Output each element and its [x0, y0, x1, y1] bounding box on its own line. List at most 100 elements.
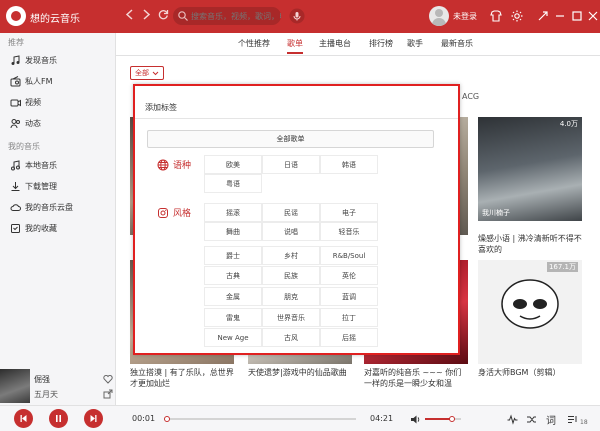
meme-face-image — [484, 279, 576, 356]
minimize-icon[interactable] — [553, 9, 567, 23]
lyrics-button[interactable]: 词 — [546, 412, 556, 427]
tag-option[interactable]: 爵士 — [204, 246, 262, 265]
now-playing[interactable]: 倔强 五月天 — [0, 365, 116, 405]
sidebar-item-label: 视频 — [25, 98, 41, 107]
skin-icon[interactable] — [489, 9, 503, 23]
content-tabs: 个性推荐 歌单 主播电台 排行榜 歌手 最新音乐 — [116, 33, 600, 55]
playlist-title[interactable]: 独立搭漠 | 有了乐队，总世界才更加灿烂 — [130, 367, 234, 389]
filter-label: 全部 — [135, 69, 149, 77]
sidebar-section-recommend: 推荐 — [8, 38, 24, 47]
sidebar-item-cloud[interactable]: 我的音乐云盘 — [10, 202, 73, 213]
tag-option[interactable]: 电子 — [320, 203, 378, 222]
tag-option[interactable]: 古典 — [204, 266, 262, 285]
tag-option[interactable]: 世界音乐 — [262, 308, 320, 327]
forward-button[interactable] — [142, 9, 151, 23]
tag-option[interactable]: 雷鬼 — [204, 308, 262, 327]
tab-playlists[interactable]: 歌单 — [287, 38, 303, 49]
tag-option[interactable]: 说唱 — [262, 222, 320, 241]
tag-option[interactable]: R&B/Soul — [320, 246, 378, 265]
playlist-title[interactable]: 天使遗梦|游戏中的仙品歌曲 — [248, 367, 352, 378]
sidebar-item-discover[interactable]: 发现音乐 — [10, 55, 57, 66]
playlist-title[interactable]: 身活大师BGM（剪辑） — [478, 367, 582, 378]
tab-charts[interactable]: 排行榜 — [369, 38, 393, 49]
tag-option[interactable]: New Age — [204, 328, 262, 347]
share-icon[interactable] — [103, 389, 113, 399]
sidebar: 推荐 发现音乐 私人FM 视频 动态 我的音乐 本地音乐 下载管理 我的音乐云盘… — [0, 33, 116, 365]
tag-option[interactable]: 后摇 — [320, 328, 378, 347]
sidebar-item-label: 下载管理 — [25, 182, 57, 191]
sidebar-item-label: 我的音乐云盘 — [25, 203, 73, 212]
tag-option[interactable]: 舞曲 — [204, 222, 262, 241]
tag-option[interactable]: 民族 — [262, 266, 320, 285]
volume-slider[interactable] — [425, 416, 461, 422]
tag-option[interactable]: 金属 — [204, 287, 262, 306]
search-input[interactable] — [191, 11, 281, 21]
current-time: 00:01 — [132, 414, 156, 423]
tab-new-music[interactable]: 最新音乐 — [441, 38, 473, 49]
sidebar-item-fm[interactable]: 私人FM — [10, 76, 53, 87]
tag-option[interactable]: 韩语 — [320, 155, 378, 174]
avatar[interactable] — [429, 6, 449, 26]
gear-icon[interactable] — [510, 9, 524, 23]
progress-handle[interactable] — [163, 416, 170, 422]
tab-personal[interactable]: 个性推荐 — [238, 38, 270, 49]
total-time: 04:21 — [370, 414, 394, 423]
pause-icon — [56, 415, 61, 422]
active-tab-indicator — [287, 52, 303, 54]
playlist-icon[interactable] — [567, 414, 578, 425]
back-button[interactable] — [125, 9, 134, 23]
tag-option[interactable]: 欧美 — [204, 155, 262, 174]
mini-mode-icon[interactable] — [536, 9, 550, 23]
tag-option[interactable]: 日语 — [262, 155, 320, 174]
playlist-cover[interactable]: 4.0万 我川楠子 — [478, 117, 582, 221]
app-logo[interactable] — [6, 6, 26, 26]
volume-handle[interactable] — [449, 416, 455, 422]
playlist-title[interactable]: 燥感小语 | 沸冷清新听不得不喜欢的 — [478, 233, 582, 255]
sidebar-item-friends[interactable]: 动态 — [10, 118, 41, 129]
microphone-icon[interactable] — [289, 8, 305, 24]
sidebar-item-downloads[interactable]: 下载管理 — [10, 181, 57, 192]
maximize-icon[interactable] — [570, 9, 584, 23]
search-box[interactable] — [173, 7, 281, 25]
volume-icon[interactable] — [410, 414, 421, 425]
tag-option[interactable]: 蓝调 — [320, 287, 378, 306]
tag-option[interactable]: 朋克 — [262, 287, 320, 306]
pause-button[interactable] — [49, 409, 68, 428]
progress-bar[interactable] — [163, 416, 356, 422]
all-playlists-button[interactable]: 全部歌单 — [147, 130, 434, 148]
heart-icon[interactable] — [103, 374, 113, 384]
sidebar-section-my-music: 我的音乐 — [8, 142, 40, 151]
tag-acg[interactable]: ACG — [462, 92, 479, 101]
play-mode-icon[interactable] — [526, 414, 537, 425]
sidebar-item-label: 私人FM — [25, 77, 53, 86]
local-music-icon — [11, 160, 20, 171]
tag-option[interactable]: 粤语 — [204, 174, 262, 193]
close-icon[interactable] — [586, 9, 600, 23]
sidebar-item-favorites[interactable]: 我的收藏 — [10, 223, 57, 234]
tag-option[interactable]: 乡村 — [262, 246, 320, 265]
tag-option[interactable]: 拉丁 — [320, 308, 378, 327]
next-button[interactable] — [84, 409, 103, 428]
refresh-button[interactable] — [158, 9, 169, 23]
tab-artists[interactable]: 歌手 — [407, 38, 423, 49]
style-icon — [158, 207, 168, 218]
previous-button[interactable] — [14, 409, 33, 428]
login-status[interactable]: 未登录 — [453, 11, 477, 22]
tag-option[interactable]: 摇滚 — [204, 203, 262, 222]
sidebar-item-local-music[interactable]: 本地音乐 — [10, 160, 57, 171]
sound-effect-icon[interactable] — [507, 414, 518, 425]
playlist-title[interactable]: 对嘉听的纯音乐 ~~~ 你们一样的乐是一瞬少女和温 — [364, 367, 468, 389]
now-playing-artist[interactable]: 五月天 — [34, 389, 58, 400]
tag-option[interactable]: 轻音乐 — [320, 222, 378, 241]
tag-option[interactable]: 古风 — [262, 328, 320, 347]
refresh-icon — [158, 10, 169, 20]
playlist-owner[interactable]: 我川楠子 — [482, 208, 510, 218]
tab-radio[interactable]: 主播电台 — [319, 38, 351, 49]
category-filter-button[interactable]: 全部 — [130, 66, 164, 80]
tag-option[interactable]: 英伦 — [320, 266, 378, 285]
sidebar-item-video[interactable]: 视频 — [10, 97, 41, 108]
album-cover[interactable] — [0, 369, 30, 403]
tag-option[interactable]: 民谣 — [262, 203, 320, 222]
playlist-cover[interactable]: 167.1万 — [478, 260, 582, 364]
divider — [135, 118, 458, 119]
